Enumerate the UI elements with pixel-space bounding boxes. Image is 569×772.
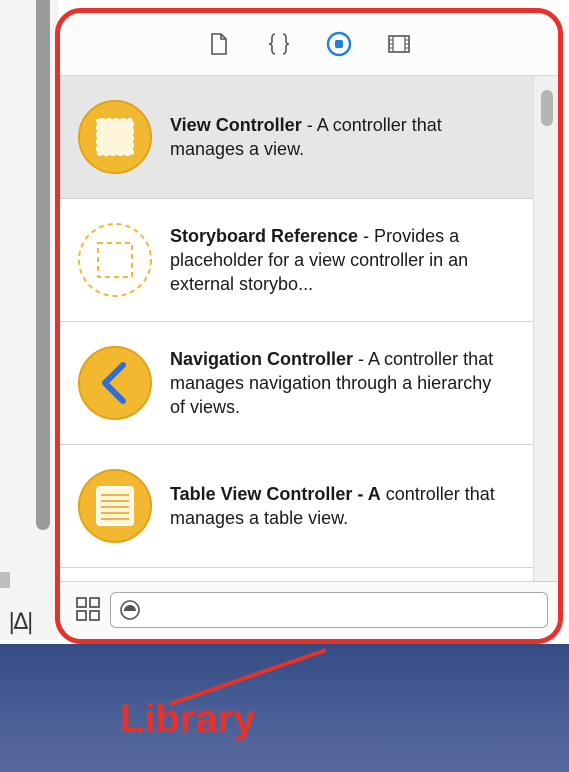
editor-scroll-indicator: [0, 572, 10, 588]
storyboard-reference-icon: [78, 223, 152, 297]
list-item-navigation-controller[interactable]: Navigation Controller - A controller tha…: [60, 322, 558, 445]
library-filter-input[interactable]: [147, 597, 544, 623]
icon-container: [60, 468, 170, 544]
resolve-layout-icon[interactable]: |Δ|: [8, 610, 34, 635]
list-item-partial[interactable]: [60, 568, 558, 581]
item-text: Navigation Controller - A controller tha…: [170, 347, 510, 419]
item-title: Storyboard Reference: [170, 226, 359, 246]
item-text: View Controller - A controller that mana…: [170, 113, 510, 161]
editor-scrollbar[interactable]: [36, 0, 50, 530]
library-filter-field[interactable]: [110, 592, 548, 628]
annotation-banner: [0, 644, 569, 772]
item-title: Navigation Controller: [170, 349, 354, 369]
film-icon: [388, 35, 410, 53]
file-icon: [211, 33, 227, 55]
item-title: Table View Controller - A: [170, 484, 381, 504]
icon-container: [60, 345, 170, 421]
library-panel: View Controller - A controller that mana…: [55, 8, 563, 644]
item-title: View Controller: [170, 115, 302, 135]
icon-container: [60, 222, 170, 298]
grid-view-toggle[interactable]: [74, 595, 102, 623]
code-snippet-tab[interactable]: [266, 31, 292, 57]
library-filter-bar: [60, 581, 558, 639]
table-view-controller-icon: [78, 469, 152, 543]
library-scroll-thumb[interactable]: [541, 90, 553, 126]
media-library-tab[interactable]: [386, 31, 412, 57]
icon-container: [60, 99, 170, 175]
library-object-list: View Controller - A controller that mana…: [60, 76, 558, 581]
icon-container: [60, 568, 170, 581]
grid-icon: [76, 597, 100, 621]
callout-label: Library: [120, 697, 256, 741]
list-item-view-controller[interactable]: View Controller - A controller that mana…: [60, 76, 558, 199]
object-library-tab[interactable]: [326, 31, 352, 57]
list-item-storyboard-reference[interactable]: Storyboard Reference - Provides a placeh…: [60, 199, 558, 322]
library-scrollbar[interactable]: [533, 76, 558, 581]
list-item-table-view-controller[interactable]: Table View Controller - A controller tha…: [60, 445, 558, 568]
item-text: Table View Controller - A controller tha…: [170, 482, 510, 530]
object-icon: [326, 31, 352, 57]
view-controller-icon: [78, 100, 152, 174]
navigation-controller-icon: [78, 346, 152, 420]
filter-icon: [120, 600, 140, 620]
file-template-tab[interactable]: [206, 31, 232, 57]
braces-icon: [268, 33, 290, 55]
library-selector-bar: [60, 13, 558, 76]
item-text: Storyboard Reference - Provides a placeh…: [170, 224, 510, 296]
